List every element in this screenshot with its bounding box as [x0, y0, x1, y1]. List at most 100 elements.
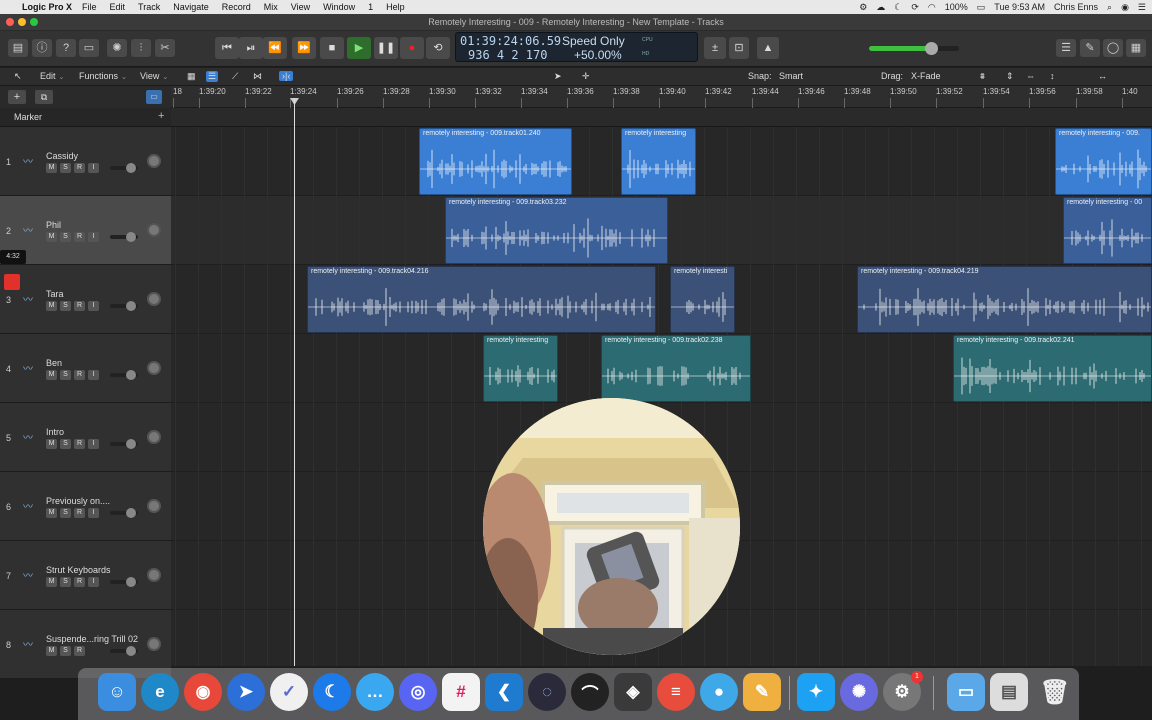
fader-handle[interactable] [126, 646, 136, 656]
minimize-button[interactable] [18, 18, 26, 26]
fader-handle[interactable] [126, 232, 136, 242]
replace-button[interactable]: ± [704, 37, 726, 59]
horizontal-zoom-icon[interactable]: ⇔ [1026, 71, 1035, 81]
menu-navigate[interactable]: Navigate [173, 2, 209, 12]
menu-track[interactable]: Track [138, 2, 160, 12]
fader-handle[interactable] [126, 508, 136, 518]
fantastical-icon[interactable]: ≡ [657, 673, 695, 711]
battery-icon[interactable]: ▭ [977, 2, 986, 13]
track-button-s[interactable]: S [60, 232, 71, 242]
vertical-zoom-slider-icon[interactable]: ↕ [1050, 71, 1055, 81]
stop-button[interactable]: ■ [320, 37, 344, 59]
track-button-r[interactable]: R [74, 232, 85, 242]
back-arrow-icon[interactable]: ↖ [14, 71, 22, 82]
track-button-r[interactable]: R [74, 646, 85, 656]
vertical-zoom-icon[interactable]: ⇕ [1006, 71, 1014, 82]
audio-region[interactable]: remotely interesting - 009. [1055, 128, 1152, 195]
lcd-speed-mode[interactable]: Speed Only [562, 34, 625, 48]
system-preferences-icon[interactable]: ⚙ 1 [883, 671, 923, 711]
track-volume-fader[interactable] [110, 577, 138, 587]
pan-knob[interactable] [147, 292, 161, 306]
slack-icon[interactable]: # [442, 673, 480, 711]
menu-window[interactable]: Window [323, 2, 355, 12]
cycle-button[interactable]: ⟲ [426, 37, 450, 59]
tweetbot-icon[interactable]: ● [700, 673, 738, 711]
track-name[interactable]: Phil [46, 220, 61, 230]
menu-mix[interactable]: Mix [264, 2, 278, 12]
track-header[interactable]: 7 〰 Strut Keyboards M S R I [0, 541, 171, 610]
tuner-button[interactable]: ⊡ [729, 37, 749, 59]
fader-handle[interactable] [126, 301, 136, 311]
audio-region[interactable]: remotely interesting - 009.track03.232 [445, 197, 668, 264]
menubar-user[interactable]: Chris Enns [1054, 2, 1098, 12]
track-button-i[interactable]: I [88, 163, 99, 173]
automation-icon[interactable]: ⟋ [232, 71, 238, 82]
pixelmator-icon[interactable]: ✎ [743, 673, 781, 711]
record-button[interactable]: ● [400, 37, 424, 59]
track-button-m[interactable]: M [46, 577, 57, 587]
master-volume-handle[interactable] [925, 42, 938, 55]
pause-button[interactable]: ❚❚ [374, 37, 398, 59]
edge-icon[interactable]: e [141, 673, 179, 711]
cloud-icon[interactable]: ☁ [876, 2, 885, 13]
track-button-m[interactable]: M [46, 301, 57, 311]
track-button-s[interactable]: S [60, 163, 71, 173]
menu-1[interactable]: 1 [368, 2, 373, 12]
secondary-tool-icon[interactable]: ✛ [582, 71, 590, 82]
menubar-clock[interactable]: Tue 9:53 AM [994, 2, 1045, 12]
track-volume-fader[interactable] [110, 508, 138, 518]
track-button-r[interactable]: R [74, 301, 85, 311]
track-volume-fader[interactable] [110, 232, 138, 242]
fader-handle[interactable] [126, 577, 136, 587]
pan-knob[interactable] [147, 430, 161, 444]
menu-app-name[interactable]: Logic Pro X [22, 2, 72, 12]
track-volume-fader[interactable] [110, 301, 138, 311]
track-button-r[interactable]: R [74, 439, 85, 449]
track-button-r[interactable]: R [74, 370, 85, 380]
editors-button[interactable]: ✂ [155, 39, 175, 57]
global-tracks-button[interactable]: ▭ [146, 90, 162, 104]
flex-time-icon[interactable]: ⋈ [253, 71, 262, 82]
moon-icon[interactable]: ☾ [894, 2, 902, 13]
menu-view[interactable]: View [291, 2, 310, 12]
spotlight-icon[interactable]: ⌕ [1107, 2, 1112, 13]
finder-icon[interactable]: ☺ [98, 673, 136, 711]
omnifocus-icon[interactable]: ✓ [270, 673, 308, 711]
track-button-s[interactable]: S [60, 577, 71, 587]
track-button-m[interactable]: M [46, 508, 57, 518]
catch-playhead-icon[interactable]: ›|‹ [279, 71, 294, 81]
duplicate-track-button[interactable]: ⧉ [35, 90, 53, 104]
fader-handle[interactable] [126, 370, 136, 380]
track-button-m[interactable]: M [46, 370, 57, 380]
metronome-button[interactable]: ▲ [757, 37, 779, 59]
track-button-m[interactable]: M [46, 439, 57, 449]
menu-help[interactable]: Help [386, 2, 405, 12]
pointer-tool-icon[interactable]: ➤ [554, 71, 562, 82]
playhead[interactable] [294, 98, 295, 666]
list-view-icon[interactable]: ☰ [206, 71, 219, 82]
pan-knob[interactable] [147, 637, 161, 651]
track-button-i[interactable]: I [88, 301, 99, 311]
timeline-ruler[interactable]: 18 1:39:20 1:39:22 1:39:24 1:39:26 1:39:28 1:3… [171, 86, 1152, 108]
ubiquiti-icon[interactable]: ⌒ [571, 673, 609, 711]
spark-icon[interactable]: ➤ [227, 673, 265, 711]
track-name[interactable]: Cassidy [46, 151, 78, 161]
discord-icon[interactable]: ◎ [399, 673, 437, 711]
track-volume-fader[interactable] [110, 439, 138, 449]
track-button-s[interactable]: S [60, 370, 71, 380]
track-volume-fader[interactable] [110, 646, 138, 656]
play-from-selection-button[interactable]: ⏯ [239, 37, 263, 59]
wifi-icon[interactable]: ◠ [928, 2, 936, 13]
track-button-m[interactable]: M [46, 646, 57, 656]
sync-icon[interactable]: ⟳ [911, 2, 919, 13]
fader-handle[interactable] [126, 163, 136, 173]
lcd-display[interactable]: 01:39:24:06.59 936 4 2 170 Speed Only +5… [455, 32, 698, 62]
close-button[interactable] [6, 18, 14, 26]
track-button-r[interactable]: R [74, 508, 85, 518]
notepad-button[interactable]: ✎ [1080, 39, 1100, 57]
track-button-m[interactable]: M [46, 232, 57, 242]
audio-region[interactable]: remotely interesting - 009.track04.219 [857, 266, 1152, 333]
list-editors-button[interactable]: ☰ [1056, 39, 1076, 57]
pan-knob[interactable] [147, 223, 161, 237]
track-button-i[interactable]: I [88, 508, 99, 518]
